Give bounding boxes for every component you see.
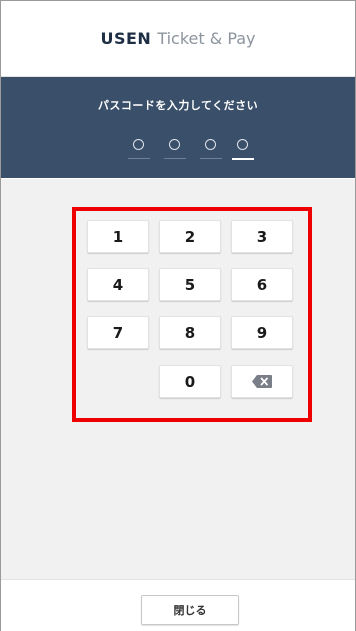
backspace-icon xyxy=(252,375,272,388)
close-button[interactable]: 閉じる xyxy=(141,595,239,625)
keypad: 1 2 3 4 5 6 7 8 9 0 xyxy=(1,179,355,579)
key-3[interactable]: 3 xyxy=(231,220,293,253)
brand-name: USEN xyxy=(100,29,152,48)
key-7[interactable]: 7 xyxy=(87,316,149,349)
digit-circle-icon xyxy=(169,139,180,150)
delete-key[interactable] xyxy=(231,365,293,398)
app-header: USEN Ticket & Pay xyxy=(1,1,355,77)
passcode-digit-3 xyxy=(200,137,222,167)
passcode-digit-1 xyxy=(128,137,150,167)
passcode-digit-2 xyxy=(164,137,186,167)
digit-underline xyxy=(200,158,222,159)
digit-circle-icon xyxy=(237,139,248,150)
key-6[interactable]: 6 xyxy=(231,268,293,301)
passcode-prompt: パスコードを入力してください xyxy=(97,99,259,112)
passcode-panel: パスコードを入力してください xyxy=(1,77,355,178)
digit-underline xyxy=(128,158,150,159)
brand-subtitle: Ticket & Pay xyxy=(157,29,256,48)
digit-underline-active xyxy=(232,158,254,160)
key-1[interactable]: 1 xyxy=(87,220,149,253)
app-window: USEN Ticket & Pay パスコードを入力してください 1 2 3 4… xyxy=(0,0,356,631)
key-9[interactable]: 9 xyxy=(231,316,293,349)
digit-underline xyxy=(164,158,186,159)
digit-circle-icon xyxy=(133,139,144,150)
footer: 閉じる xyxy=(1,579,355,631)
key-4[interactable]: 4 xyxy=(87,268,149,301)
key-5[interactable]: 5 xyxy=(159,268,221,301)
key-0[interactable]: 0 xyxy=(159,365,221,398)
digit-circle-icon xyxy=(205,139,216,150)
key-8[interactable]: 8 xyxy=(159,316,221,349)
key-2[interactable]: 2 xyxy=(159,220,221,253)
passcode-dots xyxy=(1,137,355,167)
passcode-digit-4 xyxy=(232,137,254,167)
keypad-area: 1 2 3 4 5 6 7 8 9 0 xyxy=(1,179,355,579)
